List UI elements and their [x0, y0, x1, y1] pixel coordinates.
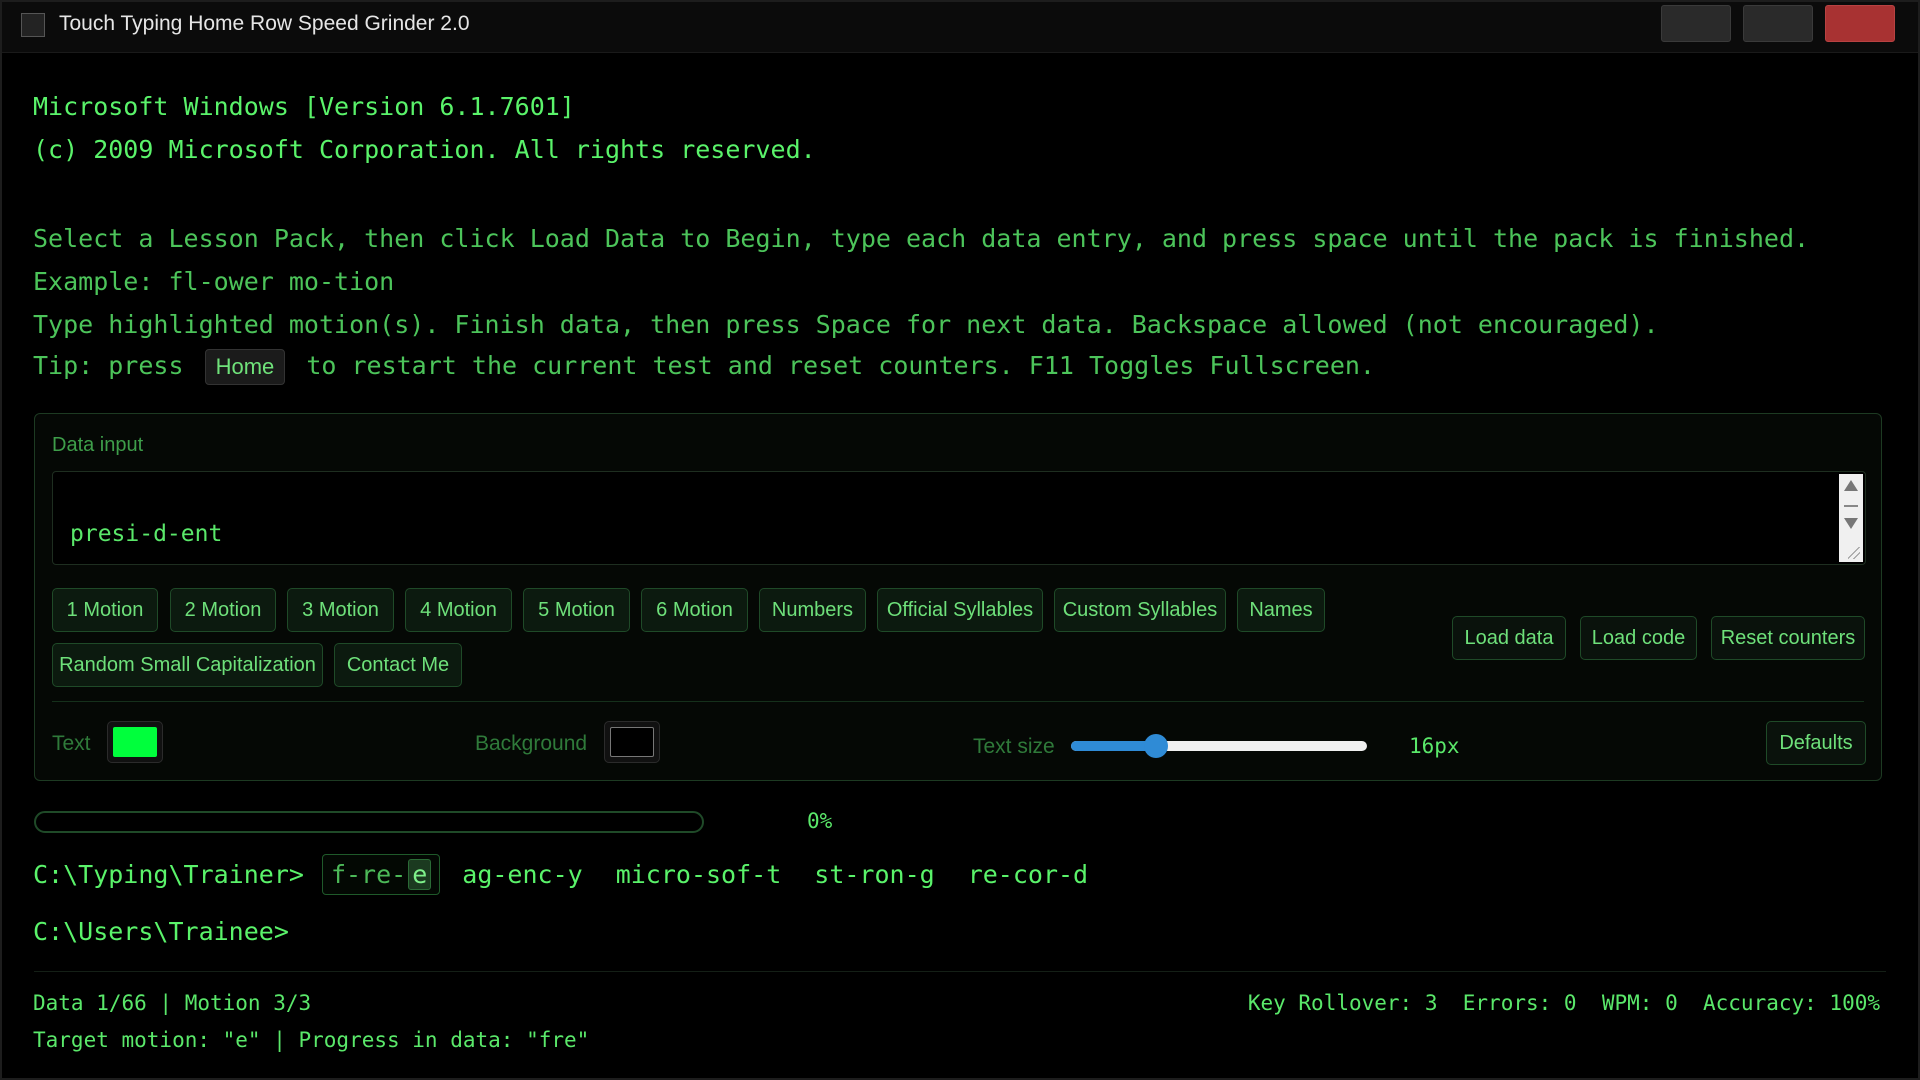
user-prompt-path: C:\Users\Trainee>	[33, 917, 289, 946]
contact-me-button[interactable]: Contact Me	[334, 643, 462, 687]
status-stats: Key Rollover: 3 Errors: 0 WPM: 0 Accurac…	[1247, 991, 1880, 1015]
typing-prompt-line: C:\Typing\Trainer> f-re-e ag-enc-y micro…	[33, 854, 1121, 895]
pack-button-1-motion[interactable]: 1 Motion	[52, 588, 158, 632]
window-title: Touch Typing Home Row Speed Grinder 2.0	[59, 12, 470, 35]
random-small-capitalization-button[interactable]: Random Small Capitalization	[52, 643, 323, 687]
text-color-picker[interactable]	[107, 721, 163, 763]
load-code-button[interactable]: Load code	[1580, 616, 1697, 660]
load-data-button[interactable]: Load data	[1452, 616, 1566, 660]
text-color-label: Text	[52, 732, 91, 755]
pack-button-5-motion[interactable]: 5 Motion	[523, 588, 630, 632]
text-size-slider-thumb[interactable]	[1144, 734, 1168, 758]
pack-button-6-motion[interactable]: 6 Motion	[641, 588, 748, 632]
tip-suffix: to restart the current test and reset co…	[306, 351, 1375, 380]
current-word: f-re-e	[321, 854, 441, 895]
data-input-textarea[interactable]: presi-d-ent fin-anci-al bo-rin-g	[52, 471, 1866, 565]
data-input-lines: presi-d-ent fin-anci-al bo-rin-g	[70, 472, 223, 564]
current-word-typed: f-re-	[330, 860, 407, 889]
app-icon	[21, 13, 45, 37]
pack-button-custom-syllables[interactable]: Custom Syllables	[1054, 588, 1226, 632]
background-color-picker[interactable]	[604, 721, 660, 763]
upcoming-word: ag-enc-y	[462, 860, 583, 889]
tip-prefix: Tip: press	[33, 351, 184, 380]
home-key-chip: Home	[204, 349, 286, 385]
scroll-up-icon[interactable]	[1844, 480, 1858, 491]
maximize-button[interactable]	[1743, 5, 1813, 42]
defaults-button[interactable]: Defaults	[1766, 721, 1866, 765]
data-input-label: Data input	[52, 434, 144, 456]
title-bar: Touch Typing Home Row Speed Grinder 2.0	[2, 2, 1918, 53]
scroll-down-icon[interactable]	[1844, 518, 1858, 529]
close-button[interactable]	[1825, 5, 1895, 42]
text-color-swatch	[113, 727, 157, 757]
prompt-path: C:\Typing\Trainer>	[33, 860, 304, 889]
background-color-label: Background	[475, 732, 588, 755]
pack-button-numbers[interactable]: Numbers	[759, 588, 866, 632]
resize-grip-icon[interactable]	[1848, 547, 1860, 559]
pack-button-official-syllables[interactable]: Official Syllables	[877, 588, 1043, 632]
status-data-motion: Data 1/66 | Motion 3/3	[33, 991, 312, 1015]
current-target-motion: e	[408, 859, 432, 890]
pack-button-names[interactable]: Names	[1237, 588, 1325, 632]
pack-progress-bar	[34, 811, 704, 833]
text-size-label: Text size	[973, 735, 1055, 758]
reset-counters-button[interactable]: Reset counters	[1711, 616, 1865, 660]
instruction-line-3: Type highlighted motion(s). Finish data,…	[33, 310, 1659, 339]
pack-progress-percent: 0%	[807, 809, 833, 833]
pack-button-3-motion[interactable]: 3 Motion	[287, 588, 394, 632]
minimize-button[interactable]	[1661, 5, 1731, 42]
data-line: presi-d-ent	[70, 521, 223, 547]
instruction-line-1: Select a Lesson Pack, then click Load Da…	[33, 224, 1810, 253]
console-version-line: Microsoft Windows [Version 6.1.7601]	[33, 92, 575, 121]
upcoming-word: re-cor-d	[967, 860, 1089, 889]
data-input-scrollbar[interactable]	[1839, 474, 1863, 562]
status-divider	[34, 971, 1886, 972]
app-window: Touch Typing Home Row Speed Grinder 2.0 …	[0, 0, 1920, 1080]
settings-panel: Data input presi-d-ent fin-anci-al bo-ri…	[34, 413, 1882, 781]
scroll-thumb[interactable]	[1844, 505, 1858, 507]
status-target-progress: Target motion: "e" | Progress in data: "…	[33, 1028, 590, 1052]
panel-divider	[52, 701, 1864, 702]
upcoming-word: micro-sof-t	[615, 860, 782, 889]
background-color-swatch	[610, 727, 654, 757]
upcoming-word: st-ron-g	[814, 860, 935, 889]
pack-button-2-motion[interactable]: 2 Motion	[170, 588, 276, 632]
pack-button-4-motion[interactable]: 4 Motion	[405, 588, 512, 632]
instruction-line-2: Example: fl-ower mo-tion	[33, 267, 395, 296]
console-copyright-line: (c) 2009 Microsoft Corporation. All righ…	[33, 135, 816, 164]
tip-line: Tip: press Home to restart the current t…	[33, 349, 1375, 385]
text-size-value: 16px	[1409, 734, 1460, 758]
text-size-slider[interactable]	[1071, 734, 1367, 758]
